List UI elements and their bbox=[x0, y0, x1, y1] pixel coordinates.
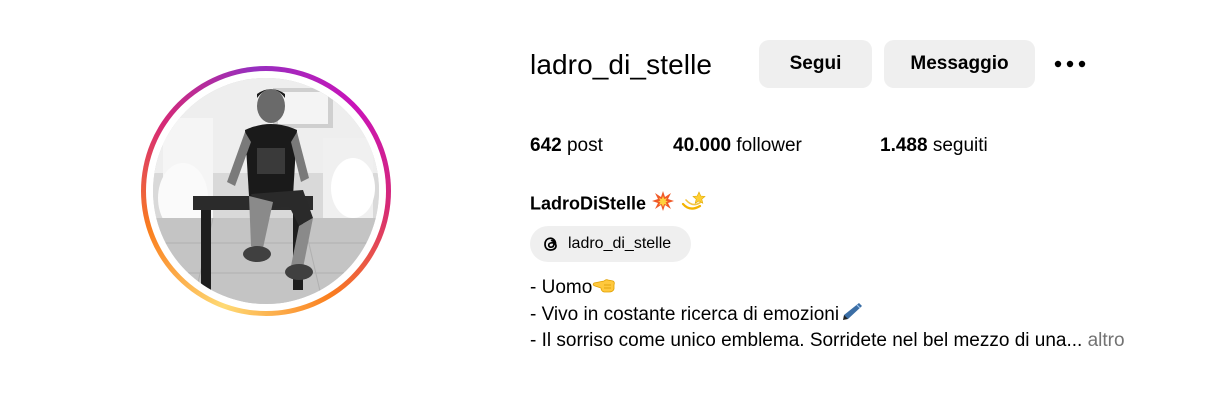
follow-button[interactable]: Segui bbox=[759, 40, 872, 88]
bio-line-3-text: - Il sorriso come unico emblema. Sorride… bbox=[530, 330, 1083, 351]
bio-line-2-text: - Vivo in costante ricerca di emozioni bbox=[530, 304, 840, 326]
posts-count-stat: 642 post bbox=[530, 133, 603, 159]
bio-line-2: - Vivo in costante ricerca di emozioni bbox=[530, 301, 863, 329]
dizzy-emoji bbox=[680, 190, 706, 219]
bio-more-link[interactable]: altro bbox=[1088, 330, 1125, 351]
display-name-text: LadroDiStelle bbox=[530, 193, 647, 214]
pen-emoji bbox=[839, 301, 863, 329]
bio-line-3: - Il sorriso come unico emblema. Sorride… bbox=[530, 328, 1125, 354]
followers-count: 40.000 bbox=[673, 135, 732, 156]
profile-display-name: LadroDiStelle bbox=[530, 190, 706, 219]
bio-line-1-text: - Uomo bbox=[530, 277, 593, 299]
avatar[interactable] bbox=[141, 66, 391, 316]
posts-count: 642 bbox=[530, 135, 562, 156]
followers-label: follower bbox=[736, 135, 802, 156]
profile-username: ladro_di_stelle bbox=[530, 49, 713, 80]
message-button[interactable]: Messaggio bbox=[884, 40, 1035, 88]
threads-link[interactable]: ladro_di_stelle bbox=[530, 226, 691, 262]
avatar-photo bbox=[153, 78, 379, 304]
more-horizontal-icon[interactable] bbox=[1054, 56, 1090, 72]
posts-label: post bbox=[566, 135, 603, 156]
pointing-left-emoji bbox=[592, 274, 616, 302]
threads-username: ladro_di_stelle bbox=[568, 235, 672, 252]
following-count: 1.488 bbox=[880, 135, 928, 156]
following-label: seguiti bbox=[932, 135, 988, 156]
following-link[interactable]: 1.488 seguiti bbox=[880, 133, 988, 159]
followers-link[interactable]: 40.000 follower bbox=[673, 133, 802, 159]
collision-emoji bbox=[651, 190, 675, 219]
threads-icon bbox=[541, 234, 561, 254]
bio-line-1: - Uomo bbox=[530, 274, 616, 302]
